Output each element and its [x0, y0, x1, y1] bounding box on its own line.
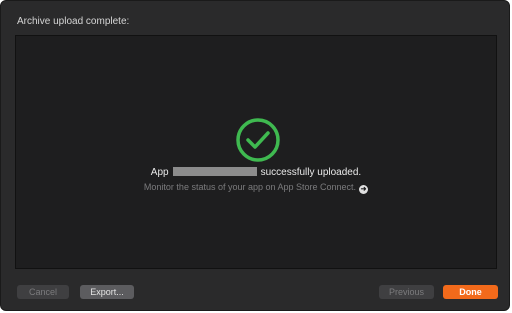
message-suffix: successfully uploaded.	[260, 167, 362, 178]
arrow-circle-right-icon[interactable]: ➜	[359, 185, 369, 194]
content-panel: App successfully uploaded. Monitor the st…	[15, 35, 497, 269]
hint-text: Monitor the status of your app on App St…	[143, 182, 357, 192]
message-prefix: App	[150, 167, 169, 178]
cancel-button[interactable]: Cancel	[17, 285, 69, 299]
checkmark-circle-icon	[234, 116, 282, 164]
dialog-title: Archive upload complete:	[17, 16, 130, 27]
export-button[interactable]: Export...	[80, 285, 134, 299]
redacted-app-name	[172, 167, 257, 176]
upload-status-message: App successfully uploaded.	[16, 167, 496, 178]
previous-button[interactable]: Previous	[379, 285, 434, 299]
app-store-connect-hint[interactable]: Monitor the status of your app on App St…	[16, 182, 496, 194]
upload-complete-dialog: Archive upload complete: App successfully…	[0, 0, 510, 311]
done-button[interactable]: Done	[443, 285, 498, 299]
